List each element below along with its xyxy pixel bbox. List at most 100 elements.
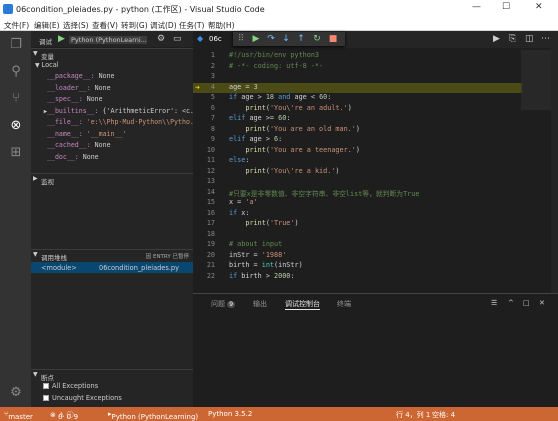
menu-tasks[interactable]: 任务(T) bbox=[179, 20, 204, 31]
line-number: 20 bbox=[206, 250, 215, 259]
checkbox[interactable] bbox=[43, 383, 49, 389]
code-editor[interactable]: ➜ 1 #!/usr/bin/env python3 2 # -*- coding: … bbox=[193, 48, 558, 293]
code-line[interactable]: print('You are an old man.') bbox=[229, 125, 360, 136]
variable-item[interactable]: __loader__: None bbox=[31, 84, 193, 95]
title-bar: 06condition_pleiades.py - python (工作区) -… bbox=[0, 0, 558, 18]
variable-item[interactable]: __doc__: None bbox=[31, 153, 193, 164]
tab-debug-console[interactable]: 调试控制台 bbox=[285, 299, 320, 310]
python-version[interactable]: Python 3.5.2 bbox=[208, 410, 252, 418]
clear-console-icon[interactable]: ☰ bbox=[491, 299, 497, 307]
code-line[interactable]: print('True') bbox=[229, 219, 298, 230]
variable-name: __spec__: bbox=[47, 95, 83, 103]
variable-item[interactable]: __file__: 'e:\\Php-Mud-Python\\Pytho... bbox=[31, 118, 193, 129]
line-number: 16 bbox=[206, 208, 215, 217]
menu-goto[interactable]: 转到(G) bbox=[121, 20, 148, 31]
code-line[interactable]: if x: bbox=[229, 209, 249, 220]
explorer-icon[interactable]: ❐ bbox=[8, 37, 24, 53]
line-number: 4 bbox=[210, 82, 215, 91]
callstack-frame[interactable]: <module> 06condition_pleiades.py bbox=[31, 262, 193, 273]
variable-item[interactable]: __package__: None bbox=[31, 72, 193, 83]
minimize-button[interactable]: — bbox=[472, 2, 481, 12]
code-line[interactable]: # about input bbox=[229, 240, 282, 251]
tab-bar: ◆ 06c ⠿ ▶ ↷ ↓ ↑ ↻ ■ ▶ ⎘ ◫ ⋯ bbox=[193, 31, 558, 48]
code-line[interactable]: # -*- coding: utf-8 -*- bbox=[229, 62, 323, 73]
code-line[interactable]: age = 3 bbox=[229, 83, 258, 94]
step-into-icon[interactable]: ↓ bbox=[280, 33, 292, 45]
variable-item[interactable]: __spec__: None bbox=[31, 95, 193, 106]
split-editor-icon[interactable]: ◫ bbox=[525, 34, 534, 44]
line-number: 5 bbox=[210, 93, 215, 101]
indentation[interactable]: 空格: 4 bbox=[432, 410, 455, 420]
run-icon[interactable]: ▶ bbox=[493, 34, 500, 44]
tab-problems[interactable]: 问题 9 bbox=[211, 299, 236, 309]
code-line[interactable]: x = 'a' bbox=[229, 198, 258, 209]
callstack-status: 因 ENTRY 已暂停 bbox=[145, 254, 189, 260]
minimap[interactable] bbox=[521, 50, 551, 110]
continue-icon[interactable]: ▶ bbox=[250, 33, 262, 45]
code-line[interactable]: birth = int(inStr) bbox=[229, 261, 303, 272]
variable-item[interactable]: __name__: '__main__' bbox=[31, 130, 193, 141]
variable-name: __package__: bbox=[47, 72, 95, 80]
editor-scrollbar[interactable] bbox=[551, 48, 558, 293]
extensions-icon[interactable]: ⊞ bbox=[8, 145, 24, 161]
breakpoints-section-header[interactable]: ▼ 断点 bbox=[31, 369, 193, 382]
settings-gear-icon[interactable]: ⚙ bbox=[8, 385, 24, 401]
code-line[interactable]: else: bbox=[229, 156, 249, 167]
menu-view[interactable]: 查看(V) bbox=[92, 20, 118, 31]
restart-icon[interactable]: ↻ bbox=[311, 33, 323, 45]
debug-icon[interactable]: ⊗ bbox=[8, 118, 24, 134]
scope-local[interactable]: ▼ Local bbox=[35, 61, 197, 72]
code-line[interactable]: if age > 18 and age < 60: bbox=[229, 93, 331, 104]
callstack-section-header[interactable]: ▼ 调用堆栈 因 ENTRY 已暂停 bbox=[31, 249, 193, 262]
variables-section-header[interactable]: ▼ 变量 bbox=[31, 48, 193, 61]
code-line[interactable]: #只要x是非零数值、非空字符串、非空list等，就判断为True bbox=[229, 188, 419, 199]
close-button[interactable]: ✕ bbox=[535, 2, 543, 12]
problems-summary[interactable]: ⊗ 0 ⚠ 0 ⓘ 9 bbox=[50, 410, 78, 421]
problems-count-badge: 9 bbox=[227, 301, 236, 308]
checkbox[interactable] bbox=[43, 395, 49, 401]
debug-interpreter[interactable]: ▸ Python (PythonLearning) bbox=[108, 410, 198, 421]
debug-settings-gear-icon[interactable]: ⚙ bbox=[157, 34, 165, 44]
chevron-right-icon[interactable]: ▶ bbox=[31, 109, 47, 115]
code-line[interactable]: if birth > 2000: bbox=[229, 272, 295, 283]
code-line[interactable]: elif age >= 60: bbox=[229, 114, 290, 125]
step-out-icon[interactable]: ↑ bbox=[295, 33, 307, 45]
code-line[interactable]: inStr = '1988' bbox=[229, 251, 286, 262]
code-line[interactable]: elif age > 6: bbox=[229, 135, 282, 146]
code-line[interactable]: print('You are a teenager.') bbox=[229, 146, 360, 157]
chevron-down-icon: ▼ bbox=[33, 251, 38, 258]
menu-debug[interactable]: 调试(D) bbox=[150, 20, 177, 31]
variable-item[interactable]: ▶ __builtins__: {'ArithmeticError': <c..… bbox=[31, 107, 193, 118]
breakpoint-all-exceptions[interactable]: All Exceptions bbox=[43, 382, 205, 393]
maximize-panel-icon[interactable]: ^ bbox=[508, 299, 514, 307]
git-branch[interactable]: ⑂ master bbox=[4, 410, 33, 421]
step-over-icon[interactable]: ↷ bbox=[265, 33, 277, 45]
breakpoint-uncaught-exceptions[interactable]: Uncaught Exceptions bbox=[43, 394, 205, 405]
debug-config-select[interactable]: Python (PythonLearni... bbox=[69, 36, 147, 44]
code-line[interactable]: print('You\'re a kid.') bbox=[229, 167, 339, 178]
restore-panel-icon[interactable]: □ bbox=[523, 299, 530, 307]
stop-icon[interactable]: ■ bbox=[327, 33, 339, 45]
menu-selection[interactable]: 选择(S) bbox=[63, 20, 89, 31]
search-icon[interactable]: ⚲ bbox=[8, 64, 24, 80]
bottom-panel: 问题 9 输出 调试控制台 终端 ☰ ^ □ ✕ bbox=[193, 293, 558, 407]
drag-handle-icon[interactable]: ⠿ bbox=[235, 33, 247, 45]
code-line[interactable]: #!/usr/bin/env python3 bbox=[229, 51, 319, 62]
tab-terminal[interactable]: 终端 bbox=[337, 299, 351, 309]
more-actions-icon[interactable]: ⋯ bbox=[541, 34, 550, 44]
menu-file[interactable]: 文件(F) bbox=[4, 20, 29, 31]
variable-item[interactable]: __cached__: None bbox=[31, 141, 193, 152]
watch-section-header[interactable]: ▶ 监视 bbox=[31, 173, 193, 186]
close-panel-icon[interactable]: ✕ bbox=[539, 299, 545, 307]
open-changes-icon[interactable]: ⎘ bbox=[509, 34, 516, 44]
code-line[interactable]: print('You\'re an adult.') bbox=[229, 104, 351, 115]
maximize-button[interactable]: ☐ bbox=[502, 2, 510, 12]
source-control-icon[interactable]: ⑂ bbox=[8, 91, 24, 107]
menu-help[interactable]: 帮助(H) bbox=[208, 20, 235, 31]
debug-console-icon[interactable]: ▭ bbox=[173, 34, 182, 44]
cursor-position[interactable]: 行 4，列 1 bbox=[396, 410, 430, 420]
menu-edit[interactable]: 编辑(E) bbox=[34, 20, 60, 31]
tab-output[interactable]: 输出 bbox=[253, 299, 267, 309]
start-debug-icon[interactable]: ▶ bbox=[58, 34, 65, 44]
debug-action-toolbar: ⠿ ▶ ↷ ↓ ↑ ↻ ■ bbox=[233, 32, 345, 46]
